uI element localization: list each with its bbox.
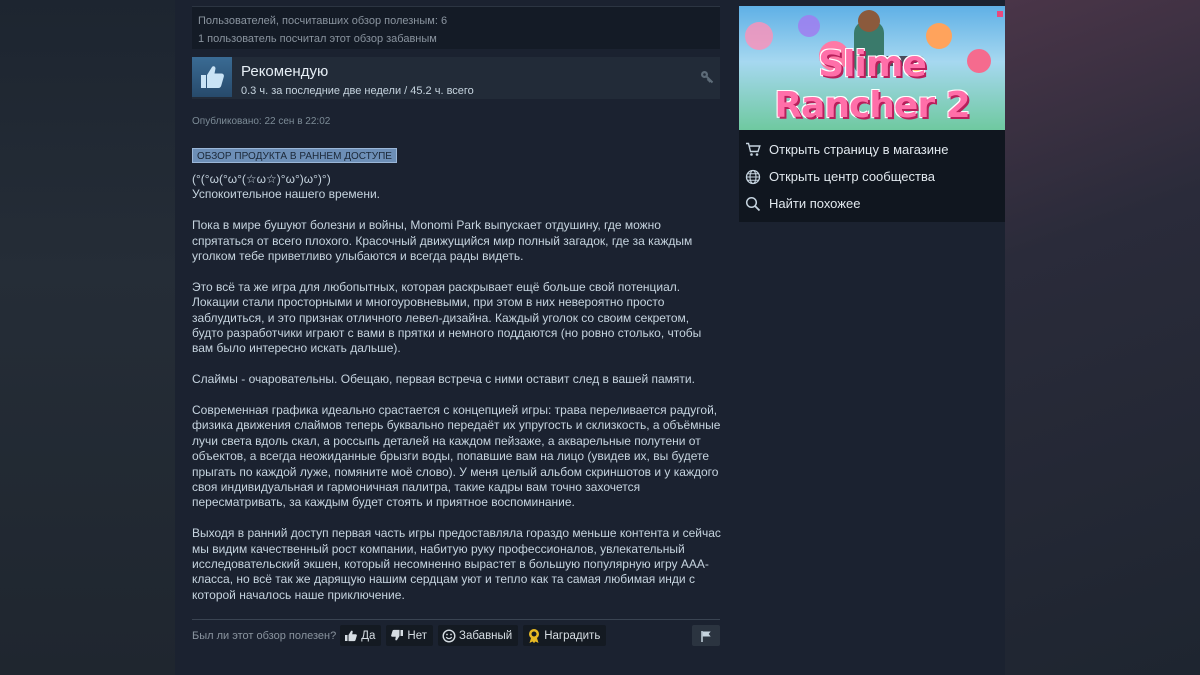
playtime-text: 0.3 ч. за последние две недели / 45.2 ч.…: [241, 85, 474, 97]
funny-count-text: 1 пользователь посчитал этот обзор забав…: [198, 33, 437, 45]
smile-icon: [442, 628, 456, 643]
game-cover[interactable]: Slime Rancher 2: [739, 6, 1005, 130]
cart-icon: [746, 142, 761, 156]
vote-no-label: Нет: [407, 629, 428, 642]
background-right: [1005, 0, 1200, 675]
review-body: (°(°ω(°ω°(☆ω☆)°ω°)ω°)°) Успокоительное н…: [192, 172, 722, 619]
search-icon: [745, 196, 761, 211]
vote-yes-label: Да: [361, 629, 376, 642]
review-paragraph: Пока в мире бушуют болезни и войны, Mono…: [192, 218, 693, 264]
background-left: [0, 0, 175, 675]
award-button[interactable]: Наградить: [523, 625, 607, 646]
helpful-count-text: Пользователей, посчитавших обзор полезны…: [198, 15, 448, 27]
review-paragraph: Современная графика идеально срастается …: [192, 403, 721, 510]
flag-icon: [701, 630, 711, 642]
early-access-badge: ОБЗОР ПРОДУКТА В РАННЕМ ДОСТУПЕ: [192, 148, 397, 163]
review-paragraph: Выходя в ранний доступ первая часть игры…: [192, 526, 721, 602]
vote-question: Был ли этот обзор полезен?: [192, 629, 337, 642]
game-sidebar: Slime Rancher 2 Открыть страницу в магаз…: [739, 6, 1005, 222]
find-similar-link[interactable]: Найти похожее: [739, 190, 1005, 217]
vote-no-button[interactable]: Нет: [386, 625, 434, 646]
thumbs-down-icon: [391, 629, 404, 641]
vote-yes-button[interactable]: Да: [340, 625, 382, 646]
community-hub-link[interactable]: Открыть центр сообщества: [739, 163, 1005, 190]
award-icon: [529, 628, 540, 643]
sidebar-links: Открыть страницу в магазине Открыть цент…: [739, 136, 1005, 217]
store-page-link[interactable]: Открыть страницу в магазине: [739, 136, 1005, 163]
review-paragraph: Успокоительное нашего времени.: [192, 187, 380, 202]
award-label: Наградить: [544, 629, 601, 642]
vote-bar: Был ли этот обзор полезен? Да Нет Забавн…: [192, 625, 720, 646]
review-paragraph: Слаймы - очаровательны. Обещаю, первая в…: [192, 372, 695, 387]
review-paragraph: Это всё та же игра для любопытных, котор…: [192, 279, 702, 356]
community-hub-label: Открыть центр сообщества: [769, 169, 935, 184]
divider: [192, 619, 720, 620]
posted-date: Опубликовано: 22 сен в 22:02: [192, 116, 331, 127]
globe-icon: [745, 169, 761, 184]
store-page-label: Открыть страницу в магазине: [769, 142, 949, 157]
thumbs-up-icon: [192, 57, 232, 97]
recommendation-header[interactable]: Рекомендую 0.3 ч. за последние две недел…: [192, 57, 720, 99]
vote-funny-button[interactable]: Забавный: [438, 625, 519, 646]
recommendation-title: Рекомендую: [241, 63, 329, 80]
game-title: Slime Rancher 2: [774, 44, 970, 126]
key-icon[interactable]: [700, 70, 714, 89]
vote-funny-label: Забавный: [459, 629, 513, 642]
helpful-summary: Пользователей, посчитавших обзор полезны…: [192, 6, 720, 49]
review-emote: (°(°ω(°ω°(☆ω☆)°ω°)ω°)°): [192, 172, 331, 186]
find-similar-label: Найти похожее: [769, 196, 861, 211]
report-button[interactable]: [692, 625, 720, 646]
thumbs-up-icon: [345, 630, 358, 642]
